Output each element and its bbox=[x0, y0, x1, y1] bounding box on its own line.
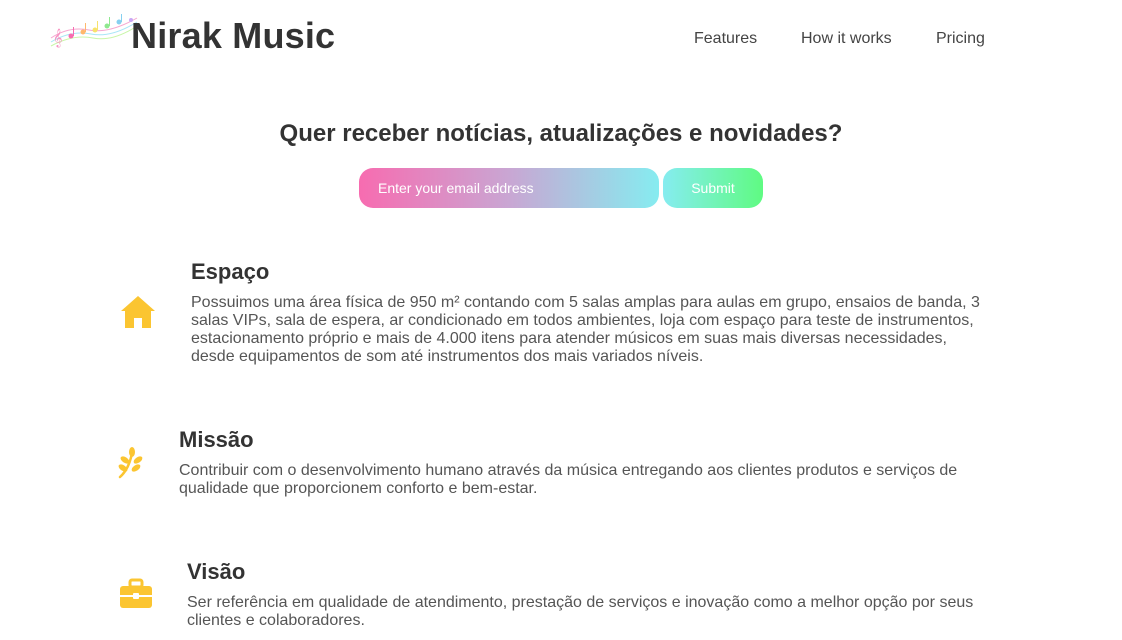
submit-button[interactable]: Submit bbox=[663, 168, 763, 208]
feature-title-espaco: Espaço bbox=[191, 259, 270, 284]
feature-title-missao: Missão bbox=[179, 427, 254, 452]
nav-link-pricing[interactable]: Pricing bbox=[936, 30, 985, 48]
nav-link-how-it-works[interactable]: How it works bbox=[801, 30, 892, 48]
briefcase-icon bbox=[120, 578, 152, 608]
seedling-icon bbox=[118, 447, 143, 479]
main-nav: Features How it works Pricing bbox=[0, 30, 1122, 50]
feature-description-espaco: Possuimos uma área física de 950 m² cont… bbox=[191, 294, 980, 365]
email-input[interactable] bbox=[359, 168, 659, 208]
newsletter-title: Quer receber notícias, atualizações e no… bbox=[279, 120, 843, 147]
feature-title-visao: Visão bbox=[187, 559, 246, 584]
site-header: 𝄞 Nirak Music Features How it works Pric… bbox=[0, 0, 1122, 75]
home-icon bbox=[121, 296, 155, 328]
feature-description-visao: Ser referência em qualidade de atendimen… bbox=[187, 594, 974, 629]
nav-link-features[interactable]: Features bbox=[694, 30, 757, 48]
feature-description-missao: Contribuir com o desenvolvimento humano … bbox=[179, 462, 958, 497]
